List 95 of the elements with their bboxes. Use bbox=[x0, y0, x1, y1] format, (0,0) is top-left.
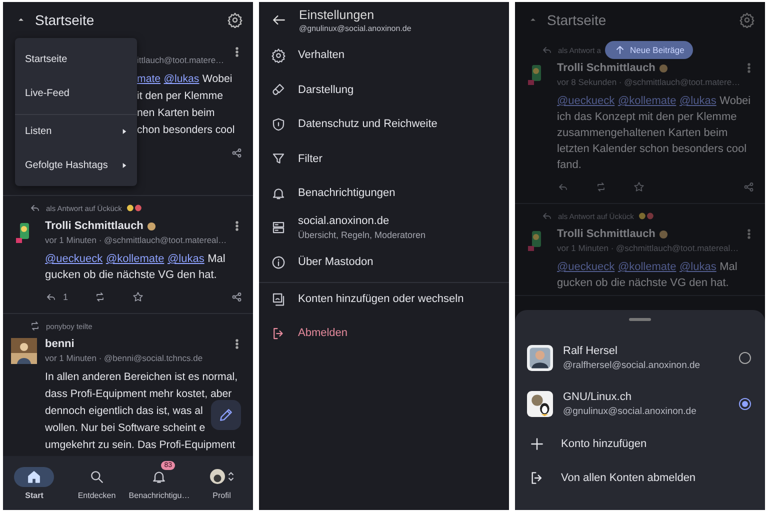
nav-tab[interactable]: Entdecken bbox=[66, 456, 128, 510]
emoji-icon bbox=[638, 212, 655, 220]
settings-item[interactable]: social.anoxinon.de Übersicht, Regeln, Moderatoren bbox=[259, 210, 509, 245]
mention-link[interactable]: @ueckueck bbox=[45, 253, 103, 265]
submenu-arrow-icon bbox=[122, 128, 127, 135]
menu-item[interactable]: Startseite bbox=[15, 42, 137, 76]
settings-item[interactable]: Datenschutz und Reichweite bbox=[259, 107, 509, 142]
account-handle: @gnulinux@social.anoxinon.de bbox=[563, 406, 698, 417]
menu-item[interactable]: Gefolgte Hashtags bbox=[15, 148, 137, 182]
settings-item[interactable]: Filter bbox=[259, 142, 509, 176]
settings-icon[interactable] bbox=[227, 12, 243, 28]
reply-icon[interactable] bbox=[45, 291, 57, 303]
filter-icon bbox=[271, 151, 286, 166]
menu-item[interactable]: Listen bbox=[15, 114, 137, 148]
post-text-line: In allen anderen Bereichen ist es normal, bbox=[45, 370, 238, 385]
emoji-icon bbox=[659, 230, 668, 238]
plus-icon bbox=[529, 436, 545, 452]
share-icon[interactable] bbox=[231, 147, 243, 159]
settings-item[interactable]: Verhalten bbox=[259, 38, 509, 72]
settings-item[interactable]: Abmelden bbox=[259, 316, 509, 350]
sheet-action[interactable]: Von allen Konten abmelden bbox=[515, 461, 765, 495]
reply-count: 1 bbox=[63, 292, 68, 302]
settings-item[interactable]: Über Mastodon bbox=[259, 245, 509, 280]
post-meta: vor 1 Minuten · @benni@social.tchncs.de bbox=[45, 353, 204, 363]
home-icon bbox=[26, 468, 42, 484]
submenu-arrow-icon bbox=[122, 162, 127, 168]
settings-item[interactable]: Benachrichtigungen bbox=[259, 176, 509, 210]
author-name[interactable]: Trolli Schmittlauch bbox=[557, 62, 656, 74]
post-text: @ueckueck @kollemate @lukas Mal gucken ob die nächste VG den hat. bbox=[45, 252, 226, 283]
author-name[interactable]: Trolli Schmittlauch bbox=[45, 220, 144, 232]
post-meta: ittlauch@toot.matere… bbox=[137, 55, 226, 65]
reply-icon[interactable] bbox=[557, 181, 569, 193]
brush-icon bbox=[271, 82, 286, 98]
post-text-line: chon besonders cool bbox=[137, 123, 235, 138]
post-meta: vor 1 Minuten · @schmittlauch@toot.matereal… bbox=[45, 235, 228, 245]
post-text-line: umgekehrt zu sein. Das Profi-Equipment bbox=[45, 438, 236, 453]
shield-icon bbox=[271, 116, 286, 132]
sheet-action[interactable]: Konto hinzufügen bbox=[515, 427, 765, 461]
post-meta: vor 1 Minuten · @schmittlauch@toot.matereal… bbox=[557, 243, 740, 253]
arrow-up-icon bbox=[614, 44, 626, 56]
timeline-title[interactable]: Startseite bbox=[547, 12, 729, 28]
settings-item[interactable]: Darstellung bbox=[259, 72, 509, 107]
post-text-line: wollen. Nur bei Software scheint e bbox=[45, 421, 206, 436]
radio-button[interactable] bbox=[739, 352, 751, 364]
mention-link[interactable]: @lukas bbox=[164, 73, 200, 85]
mention-link[interactable]: @kollemate bbox=[106, 253, 164, 265]
account-name: GNU/Linux.ch bbox=[563, 391, 632, 403]
account-switch-icon bbox=[271, 292, 286, 307]
pencil-icon bbox=[218, 407, 234, 423]
account-name: Ralf Hersel bbox=[563, 345, 618, 357]
reply-icon bbox=[541, 210, 553, 222]
post-text: @ueckueck @kollemate @lukas Wobei ich das Konzept mit den per Klemme zusammengehaltenen Karten beim letzten Kalender schon besonders cool fand. bbox=[557, 94, 752, 173]
nav-tab[interactable]: Profil bbox=[190, 456, 253, 510]
emoji-icon bbox=[126, 204, 143, 212]
star-icon[interactable] bbox=[633, 181, 645, 193]
post-text-line: dennoch eigentlich das ist, was al bbox=[45, 404, 203, 419]
drag-handle[interactable] bbox=[629, 318, 651, 321]
account-handle: @gnulinux@social.anoxinon.de bbox=[299, 24, 412, 32]
settings-item[interactable]: Konten hinzufügen oder wechseln bbox=[259, 282, 509, 316]
timeline-title[interactable]: Startseite bbox=[35, 12, 217, 28]
boost-icon bbox=[29, 320, 41, 332]
nav-tab[interactable]: Start bbox=[3, 456, 66, 510]
reply-icon bbox=[541, 44, 553, 56]
radio-button[interactable] bbox=[739, 398, 751, 410]
gear-icon bbox=[271, 48, 286, 63]
search-icon bbox=[88, 468, 105, 484]
post-text-line: it den per Klemme bbox=[137, 89, 223, 104]
new-posts-button[interactable]: Neue Beiträge bbox=[605, 41, 694, 59]
author-name[interactable]: Trolli Schmittlauch bbox=[557, 228, 656, 240]
boost-icon[interactable] bbox=[595, 181, 607, 193]
reply-icon bbox=[29, 202, 41, 214]
post-text-line: mate @lukas Wobei bbox=[137, 72, 232, 87]
post-text-line: nen Karten beim bbox=[137, 106, 215, 121]
post-meta: vor 8 Sekunden · @schmittlauch@toot.matere… bbox=[557, 77, 742, 87]
post-text: @ueckueck @kollemate @lukas Mal gucken ob die nächste VG den hat. bbox=[557, 260, 738, 291]
emoji-icon bbox=[659, 64, 668, 72]
share-icon[interactable] bbox=[231, 291, 243, 303]
compose-button[interactable] bbox=[211, 400, 241, 430]
share-icon[interactable] bbox=[743, 181, 755, 193]
server-icon bbox=[271, 220, 286, 236]
screen-title: Einstellungen bbox=[299, 8, 376, 22]
info-icon bbox=[271, 254, 286, 270]
emoji-icon bbox=[147, 222, 156, 230]
boost-icon[interactable] bbox=[94, 291, 106, 303]
account-handle: @ralfhersel@social.anoxinon.de bbox=[563, 360, 702, 371]
caret-icon[interactable] bbox=[17, 16, 25, 24]
star-icon[interactable] bbox=[132, 291, 144, 303]
author-name[interactable]: benni bbox=[45, 338, 74, 350]
avatar-drawing bbox=[210, 469, 225, 484]
chevron-icon bbox=[228, 471, 234, 482]
post-text-line: dass Profi-Equipment mehr kostet, aber bbox=[45, 387, 232, 402]
menu-item[interactable]: Live-Feed bbox=[15, 76, 137, 110]
bell-icon bbox=[271, 186, 286, 201]
mention-link[interactable]: @lukas bbox=[167, 253, 204, 265]
mention-link[interactable]: mate bbox=[137, 73, 161, 85]
